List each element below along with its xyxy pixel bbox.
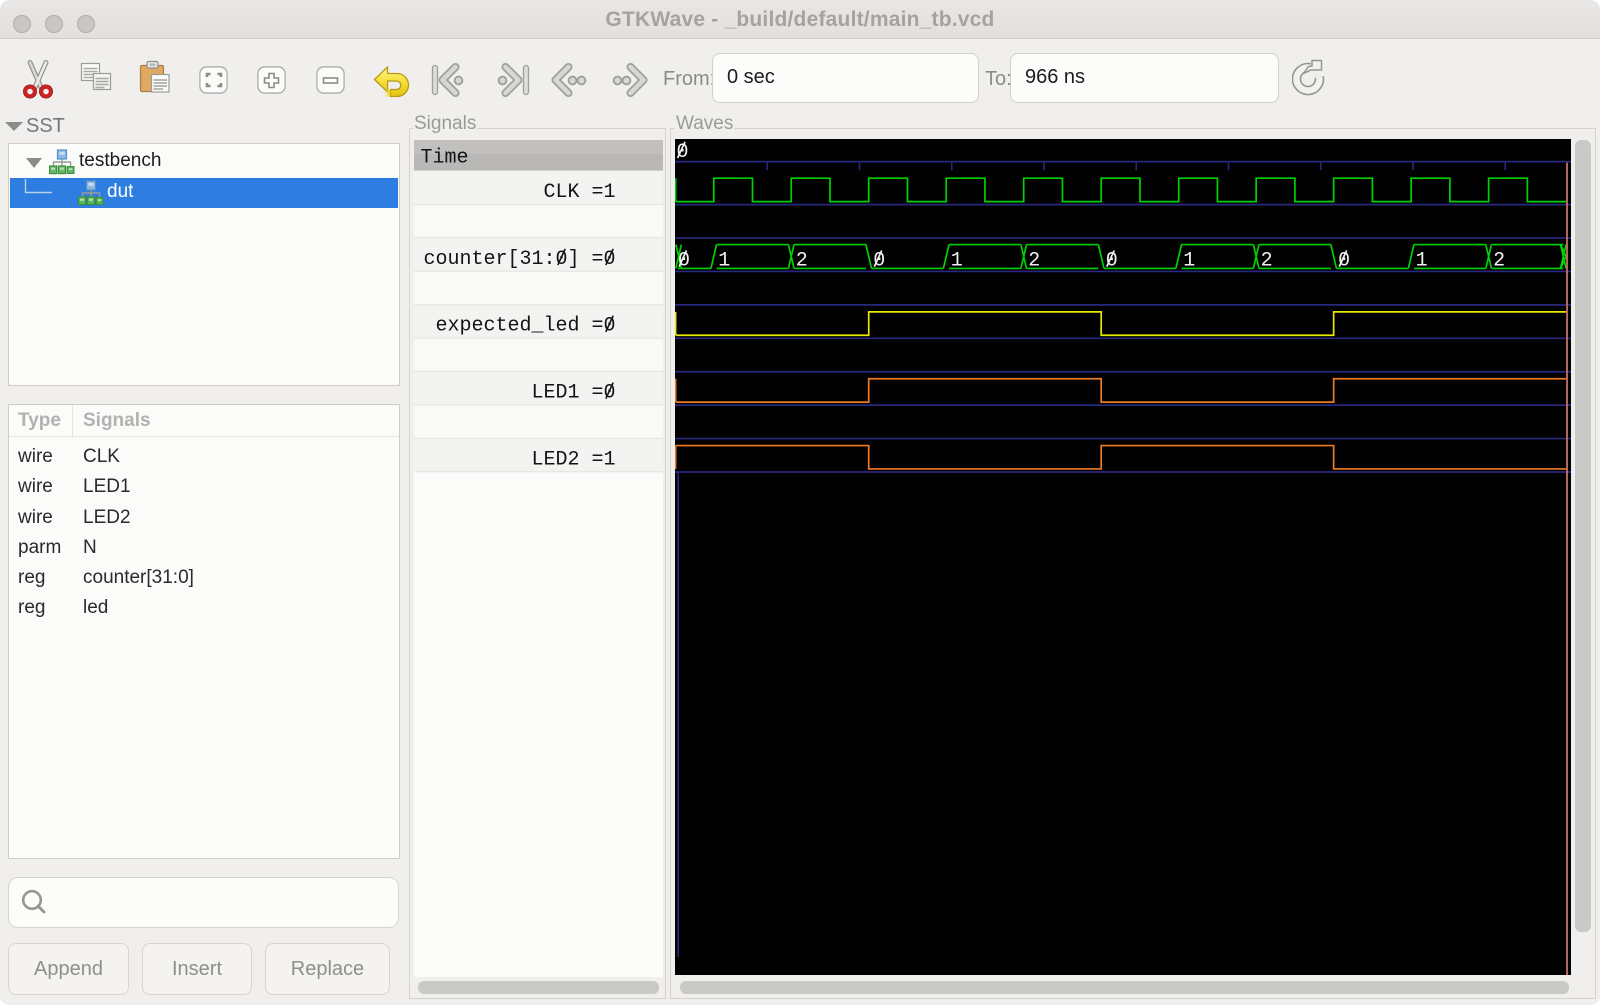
svg-text:Time: Time [421,147,469,170]
svg-text:LED2 =1: LED2 =1 [531,448,615,471]
svg-text:0: 0 [1106,249,1118,272]
svg-text:2: 2 [1493,249,1505,272]
svg-text:counter[31:0] =0: counter[31:0] =0 [423,248,615,271]
svg-text:1: 1 [951,249,963,272]
svg-text:2: 2 [1028,249,1040,272]
svg-text:2: 2 [1261,249,1273,272]
svg-text:expected_led =0: expected_led =0 [435,315,615,338]
svg-text:0: 0 [873,249,885,272]
svg-text:0: 0 [678,249,690,272]
svg-text:2: 2 [796,249,808,272]
svg-text:1: 1 [1416,249,1428,272]
svg-text:1: 1 [718,249,730,272]
svg-text:1: 1 [1183,249,1195,272]
svg-text:LED1 =0: LED1 =0 [531,382,615,405]
svg-text:0: 0 [1338,249,1350,272]
svg-text:0: 0 [677,141,689,164]
svg-text:CLK =1: CLK =1 [543,181,615,204]
